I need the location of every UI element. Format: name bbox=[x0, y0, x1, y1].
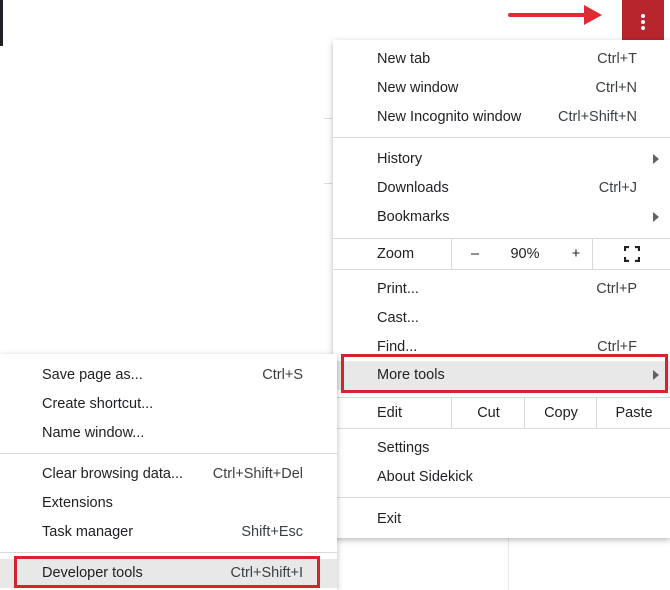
menu-item-new-window[interactable]: New window Ctrl+N bbox=[333, 74, 670, 103]
fullscreen-button[interactable] bbox=[592, 239, 670, 269]
menu-item-label: Cast... bbox=[377, 310, 419, 326]
cut-button[interactable]: Cut bbox=[451, 398, 525, 428]
developer-tools-highlight-box bbox=[14, 556, 320, 588]
menu-item-shortcut: Ctrl+T bbox=[597, 51, 637, 67]
fullscreen-icon bbox=[624, 246, 640, 262]
edit-label: Edit bbox=[377, 405, 402, 421]
menu-item-shortcut: Ctrl+S bbox=[262, 367, 303, 383]
menu-item-about-sidekick[interactable]: About Sidekick bbox=[333, 463, 670, 492]
three-dots-vertical-icon bbox=[641, 14, 645, 18]
menu-item-name-window[interactable]: Name window... bbox=[0, 419, 337, 448]
menu-item-clear-browsing-data[interactable]: Clear browsing data... Ctrl+Shift+Del bbox=[0, 460, 337, 489]
menu-item-shortcut: Ctrl+Shift+Del bbox=[212, 466, 303, 482]
menu-item-label: Exit bbox=[377, 511, 402, 527]
three-dots-vertical-icon-dot bbox=[641, 20, 645, 24]
menu-item-shortcut: Ctrl+P bbox=[596, 281, 637, 297]
menu-item-label: New Incognito window bbox=[377, 109, 522, 125]
menu-item-task-manager[interactable]: Task manager Shift+Esc bbox=[0, 518, 337, 547]
more-tools-highlight-box bbox=[341, 354, 668, 393]
menu-separator bbox=[333, 497, 670, 498]
browser-main-menu: New tab Ctrl+T New window Ctrl+N New Inc… bbox=[333, 40, 670, 538]
menu-item-downloads[interactable]: Downloads Ctrl+J bbox=[333, 174, 670, 203]
edit-row: Edit Cut Copy Paste bbox=[333, 398, 670, 428]
menu-item-cast[interactable]: Cast... bbox=[333, 304, 670, 333]
menu-item-label: Extensions bbox=[42, 495, 113, 511]
menu-item-history[interactable]: History bbox=[333, 145, 670, 174]
menu-item-label: Downloads bbox=[377, 180, 449, 196]
annotation-arrow-shaft bbox=[508, 13, 588, 17]
triangle-right-icon bbox=[653, 212, 659, 222]
menu-item-exit[interactable]: Exit bbox=[333, 505, 670, 534]
menu-item-save-page-as[interactable]: Save page as... Ctrl+S bbox=[0, 361, 337, 390]
menu-item-label: Settings bbox=[377, 440, 430, 456]
menu-item-new-incognito-window[interactable]: New Incognito window Ctrl+Shift+N bbox=[333, 103, 670, 132]
menu-separator bbox=[333, 428, 670, 429]
menu-item-label: Print... bbox=[377, 281, 419, 297]
menu-item-shortcut: Ctrl+J bbox=[598, 180, 637, 196]
zoom-level: 90% bbox=[510, 246, 540, 262]
menu-item-label: Name window... bbox=[42, 425, 145, 441]
menu-item-label: New window bbox=[377, 80, 459, 96]
more-tools-submenu: Save page as... Ctrl+S Create shortcut..… bbox=[0, 354, 337, 590]
three-dots-vertical-icon-dot bbox=[641, 26, 645, 30]
paste-button[interactable]: Paste bbox=[596, 398, 670, 428]
menu-separator bbox=[0, 453, 337, 454]
menu-item-new-tab[interactable]: New tab Ctrl+T bbox=[333, 45, 670, 74]
page-edge bbox=[0, 0, 3, 46]
menu-item-settings[interactable]: Settings bbox=[333, 434, 670, 463]
menu-item-shortcut: Shift+Esc bbox=[241, 524, 303, 540]
menu-separator bbox=[333, 269, 670, 270]
menu-separator bbox=[333, 137, 670, 138]
annotation-arrow-head bbox=[584, 5, 602, 25]
menu-item-label: Task manager bbox=[42, 524, 134, 540]
menu-item-shortcut: Ctrl+N bbox=[595, 80, 638, 96]
triangle-right-icon bbox=[653, 154, 659, 164]
menu-item-extensions[interactable]: Extensions bbox=[0, 489, 337, 518]
browser-menu-button[interactable] bbox=[622, 0, 664, 44]
page-background-block bbox=[508, 536, 670, 590]
menu-item-label: Create shortcut... bbox=[42, 396, 154, 412]
copy-button[interactable]: Copy bbox=[524, 398, 597, 428]
page-tick bbox=[324, 118, 332, 119]
page-tick bbox=[324, 183, 332, 184]
menu-item-label: Save page as... bbox=[42, 367, 143, 383]
zoom-label: Zoom bbox=[377, 246, 415, 262]
menu-item-shortcut: Ctrl+Shift+N bbox=[558, 109, 637, 125]
zoom-row: Zoom – 90% + bbox=[333, 239, 670, 269]
menu-item-create-shortcut[interactable]: Create shortcut... bbox=[0, 390, 337, 419]
menu-item-label: About Sidekick bbox=[377, 469, 473, 485]
menu-separator bbox=[0, 552, 337, 553]
zoom-out-button[interactable]: – bbox=[451, 239, 498, 269]
menu-item-label: Bookmarks bbox=[377, 209, 450, 225]
menu-item-label: Clear browsing data... bbox=[42, 466, 184, 482]
menu-item-bookmarks[interactable]: Bookmarks bbox=[333, 203, 670, 232]
menu-item-print[interactable]: Print... Ctrl+P bbox=[333, 275, 670, 304]
menu-item-label: History bbox=[377, 151, 423, 167]
menu-item-label: New tab bbox=[377, 51, 431, 67]
